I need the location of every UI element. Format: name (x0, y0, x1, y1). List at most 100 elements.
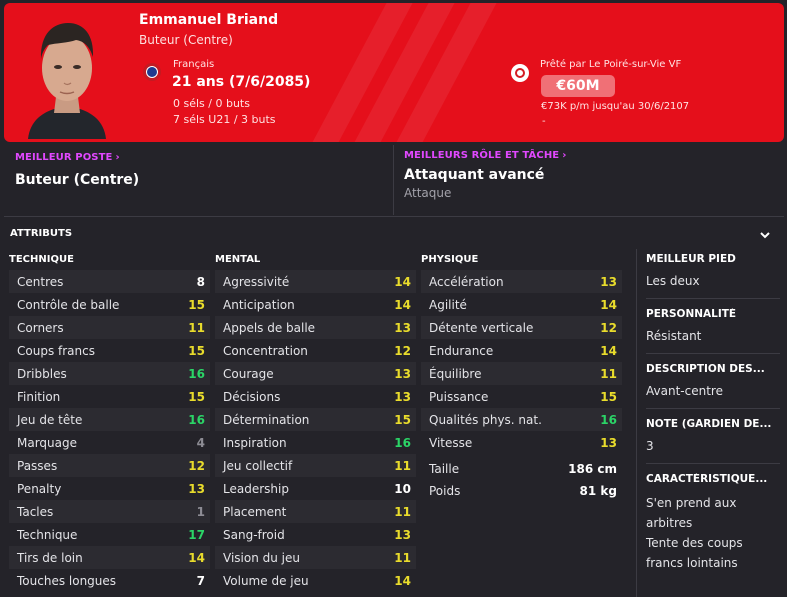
chevron-right-icon: › (562, 150, 567, 161)
attribute-row[interactable]: Détermination 15 (215, 408, 416, 431)
attribute-value: 14 (394, 274, 411, 289)
divider (4, 216, 784, 217)
attribute-value: 11 (188, 320, 205, 335)
nationality[interactable]: Français (173, 59, 214, 70)
attribute-name: Passes (17, 458, 58, 473)
personality-value: Résistant (646, 329, 702, 343)
header-decoration (290, 3, 508, 142)
attribute-row[interactable]: Agilité 14 (421, 293, 622, 316)
divider (646, 353, 780, 354)
attribute-name: Qualités phys. nat. (429, 412, 542, 427)
attribute-name: Vision du jeu (223, 550, 300, 565)
attribute-value: 14 (394, 297, 411, 312)
attribute-row[interactable]: Corners 11 (9, 316, 210, 339)
attribute-value: 12 (394, 343, 411, 358)
attribute-row[interactable]: Placement 11 (215, 500, 416, 523)
attribute-value: 13 (188, 481, 205, 496)
attribute-row[interactable]: Leadership 10 (215, 477, 416, 500)
best-duty: Attaque (404, 186, 452, 200)
attribute-row[interactable]: Coups francs 15 (9, 339, 210, 362)
attribute-row[interactable]: Puissance 15 (421, 385, 622, 408)
media-description[interactable]: DESCRIPTION DES... Avant-centre (646, 363, 780, 401)
attribute-value: 11 (394, 550, 411, 565)
attribute-row[interactable]: Décisions 13 (215, 385, 416, 408)
attribute-value: 16 (600, 412, 617, 427)
attribute-row[interactable]: Jeu collectif 11 (215, 454, 416, 477)
best-role-link[interactable]: MEILLEURS RÔLE ET TÂCHE › (404, 150, 566, 161)
loan-club[interactable]: Prêté par Le Poiré-sur-Vie VF (540, 59, 681, 70)
attribute-row[interactable]: Marquage 4 (9, 431, 210, 454)
preferred-foot: MEILLEUR PIED Les deux (646, 253, 780, 291)
transfer-value-badge[interactable]: €60M (541, 75, 615, 97)
divider (646, 298, 780, 299)
attribute-value: 12 (188, 458, 205, 473)
chevron-down-icon[interactable] (759, 229, 771, 241)
attribute-row[interactable]: Tirs de loin 14 (9, 546, 210, 569)
attribute-value: 8 (196, 274, 205, 289)
goalkeeper-rating[interactable]: NOTE (GARDIEN DE... 3 (646, 418, 780, 456)
goalkeeper-rating-label: NOTE (GARDIEN DE... (646, 418, 772, 430)
divider (646, 463, 780, 464)
attribute-name: Décisions (223, 389, 281, 404)
attribute-row[interactable]: Sang-froid 13 (215, 523, 416, 546)
international-caps: 0 séls / 0 buts (173, 97, 250, 110)
attribute-name: Endurance (429, 343, 494, 358)
attribute-row[interactable]: Détente verticale 12 (421, 316, 622, 339)
attribute-row[interactable]: Accélération 13 (421, 270, 622, 293)
height-label: Taille (429, 461, 460, 476)
player-traits[interactable]: CARACTÉRISTIQUE... S'en prend aux arbitr… (646, 473, 780, 573)
player-portrait (28, 23, 106, 139)
attribute-row[interactable]: Qualités phys. nat. 16 (421, 408, 622, 431)
best-role-label: MEILLEURS RÔLE ET TÂCHE (404, 150, 560, 161)
attribute-name: Touches longues (17, 573, 117, 588)
attribute-row[interactable]: Tacles 1 (9, 500, 210, 523)
attribute-value: 15 (394, 412, 411, 427)
media-description-label: DESCRIPTION DES... (646, 363, 765, 375)
attribute-row[interactable]: Agressivité 14 (215, 270, 416, 293)
attribute-name: Appels de balle (223, 320, 316, 335)
attribute-value: 13 (394, 320, 411, 335)
height-value: 186 cm (568, 461, 617, 476)
attribute-value: 16 (188, 412, 205, 427)
attribute-name: Volume de jeu (223, 573, 309, 588)
mental-list: Agressivité 14 Anticipation 14 Appels de bal… (215, 270, 416, 592)
attribute-row[interactable]: Anticipation 14 (215, 293, 416, 316)
attribute-row[interactable]: Technique 17 (9, 523, 210, 546)
attribute-row[interactable]: Concentration 12 (215, 339, 416, 362)
attribute-name: Courage (223, 366, 274, 381)
attribute-row[interactable]: Volume de jeu 14 (215, 569, 416, 592)
attribute-row[interactable]: Endurance 14 (421, 339, 622, 362)
attribute-row[interactable]: Dribbles 16 (9, 362, 210, 385)
attribute-value: 11 (600, 366, 617, 381)
attribute-value: 17 (188, 527, 205, 542)
attribute-row[interactable]: Centres 8 (9, 270, 210, 293)
attribute-name: Centres (17, 274, 64, 289)
preferred-foot-value: Les deux (646, 274, 700, 288)
player-name[interactable]: Emmanuel Briand (139, 12, 278, 28)
attribute-name: Équilibre (429, 366, 482, 381)
attribute-row[interactable]: Jeu de tête 16 (9, 408, 210, 431)
club-badge-icon[interactable] (511, 64, 529, 82)
attribute-row[interactable]: Courage 13 (215, 362, 416, 385)
attribute-row[interactable]: Appels de balle 13 (215, 316, 416, 339)
attribute-value: 4 (196, 435, 205, 450)
attribute-row[interactable]: Finition 15 (9, 385, 210, 408)
attribute-row[interactable]: Contrôle de balle 15 (9, 293, 210, 316)
attribute-row[interactable]: Touches longues 7 (9, 569, 210, 592)
technical-header: TECHNIQUE (9, 254, 74, 265)
physical-header: PHYSIQUE (421, 254, 479, 265)
attribute-value: 11 (394, 504, 411, 519)
attribute-row[interactable]: Penalty 13 (9, 477, 210, 500)
attribute-value: 11 (394, 458, 411, 473)
weight-row: Poids 81 kg (421, 479, 622, 502)
contract-extra: - (542, 116, 546, 127)
best-position-link[interactable]: MEILLEUR POSTE › (15, 152, 120, 163)
attribute-row[interactable]: Vitesse 13 (421, 431, 622, 454)
contract-wage: €73K p/m jusqu'au 30/6/2107 (541, 101, 690, 112)
attribute-row[interactable]: Vision du jeu 11 (215, 546, 416, 569)
nation-flag-icon[interactable] (143, 63, 161, 81)
attribute-row[interactable]: Inspiration 16 (215, 431, 416, 454)
attribute-row[interactable]: Passes 12 (9, 454, 210, 477)
attribute-row[interactable]: Équilibre 11 (421, 362, 622, 385)
attribute-value: 15 (188, 389, 205, 404)
